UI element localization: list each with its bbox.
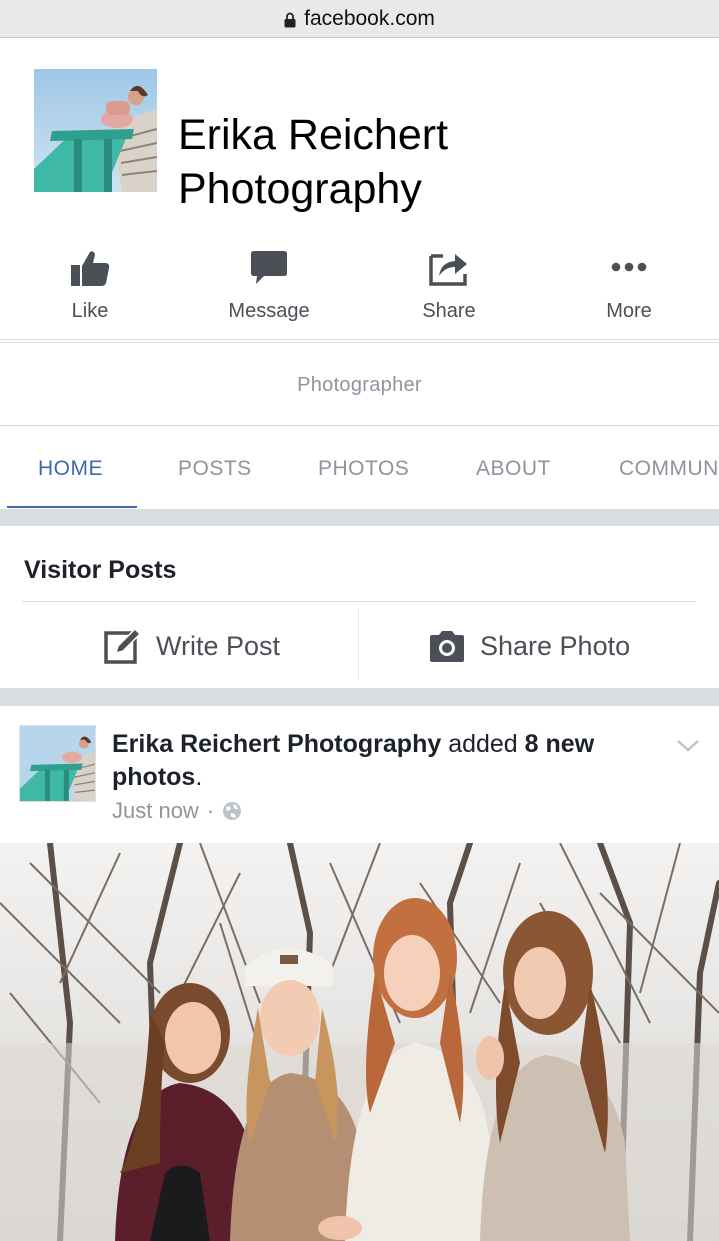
tab-home[interactable]: HOME <box>38 427 103 509</box>
divider <box>358 608 359 680</box>
edit-pencil-icon <box>104 627 142 664</box>
page-action-bar: Like Message Share More <box>0 228 719 340</box>
chevron-down-icon[interactable] <box>676 738 700 754</box>
globe-icon <box>223 802 242 820</box>
tab-posts[interactable]: POSTS <box>178 427 252 509</box>
tab-photos[interactable]: PHOTOS <box>318 427 409 509</box>
divider <box>22 601 696 602</box>
like-label: Like <box>71 300 109 322</box>
category-text: Photographer <box>297 374 422 396</box>
thumbs-up-icon <box>71 251 110 286</box>
share-photo-button[interactable]: Share Photo <box>428 616 630 676</box>
url-text: facebook.com <box>304 6 435 30</box>
like-button[interactable]: Like <box>0 228 180 340</box>
visitor-posts-card: Visitor Posts Write Post Share Photo <box>0 526 719 688</box>
post-author-avatar[interactable] <box>19 725 96 802</box>
section-divider <box>0 509 719 526</box>
url-display[interactable]: facebook.com <box>284 7 435 31</box>
section-divider <box>0 688 719 706</box>
post-action-text: added <box>441 730 525 758</box>
page-title-line2: Photography <box>178 165 422 213</box>
post-photo[interactable] <box>0 843 719 1241</box>
tab-about[interactable]: ABOUT <box>476 427 551 509</box>
page-title: Erika Reichert Photography <box>178 108 598 216</box>
page-tabs: HOME POSTS PHOTOS ABOUT COMMUNITY <box>0 427 719 509</box>
page-category: Photographer <box>0 342 719 426</box>
message-bubble-icon <box>251 251 287 284</box>
share-photo-label: Share Photo <box>480 630 631 661</box>
post-headline-end: . <box>195 763 203 791</box>
tab-community[interactable]: COMMUNITY <box>619 427 719 509</box>
message-label: Message <box>228 300 310 322</box>
share-button[interactable]: Share <box>359 228 539 340</box>
lock-icon <box>284 12 296 27</box>
active-tab-indicator <box>7 506 137 508</box>
share-label: Share <box>422 300 476 322</box>
meta-separator: · <box>206 798 215 823</box>
post-headline: Erika Reichert Photography added 8 new p… <box>112 728 672 794</box>
write-post-label: Write Post <box>156 630 281 661</box>
browser-url-bar[interactable]: facebook.com <box>0 0 719 38</box>
camera-icon <box>430 631 464 662</box>
post-meta: Just now · <box>112 798 242 824</box>
post-author-name[interactable]: Erika Reichert Photography <box>112 730 441 758</box>
message-button[interactable]: Message <box>179 228 359 340</box>
page-header: Erika Reichert Photography <box>0 38 719 228</box>
feed-post: Erika Reichert Photography added 8 new p… <box>0 706 719 1241</box>
page-title-line1: Erika Reichert <box>178 111 449 159</box>
share-arrow-icon <box>429 254 467 286</box>
post-timestamp[interactable]: Just now <box>112 798 199 824</box>
more-dots-icon <box>611 262 647 272</box>
write-post-button[interactable]: Write Post <box>104 616 280 676</box>
visitor-posts-title: Visitor Posts <box>24 556 177 584</box>
more-button[interactable]: More <box>539 228 719 340</box>
more-label: More <box>606 300 652 322</box>
page-profile-picture[interactable] <box>34 69 157 192</box>
